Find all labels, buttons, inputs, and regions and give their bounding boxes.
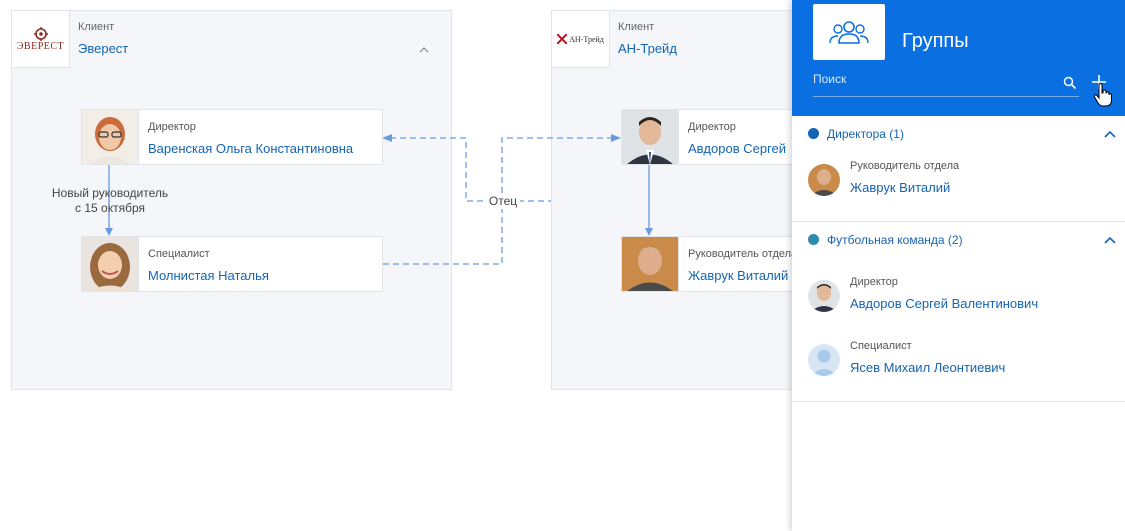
hand-cursor-icon bbox=[1093, 83, 1112, 107]
connector-label-line: Новый руководитель bbox=[51, 186, 169, 200]
avatar bbox=[622, 237, 679, 291]
connector-label-father: Отец bbox=[486, 194, 520, 209]
person-name-link[interactable]: Молнистая Наталья bbox=[148, 268, 269, 283]
person-role: Директор bbox=[688, 121, 736, 133]
person-card-zhavruk[interactable]: Руководитель отдела Жаврук Виталий bbox=[621, 236, 801, 292]
member-name-link[interactable]: Ясев Михаил Леонтиевич bbox=[850, 360, 1005, 375]
drawer-header: Группы bbox=[792, 0, 1125, 116]
person-role: Директор bbox=[148, 121, 196, 133]
group-color-dot bbox=[808, 128, 819, 139]
arrow-head bbox=[611, 134, 621, 142]
connector-label-new-head: Новый руководитель с 15 октября bbox=[40, 186, 180, 216]
avatar bbox=[622, 110, 679, 164]
group-title[interactable]: Директора (1) bbox=[827, 127, 904, 141]
avatar bbox=[82, 110, 139, 164]
member-role: Руководитель отдела bbox=[850, 160, 960, 172]
avatar bbox=[808, 344, 840, 376]
list-item[interactable]: Специалист Ясев Михаил Леонтиевич bbox=[808, 340, 1108, 380]
person-name-link[interactable]: Авдоров Сергей bbox=[688, 141, 786, 156]
connector-label-line: с 15 октября bbox=[75, 201, 145, 215]
person-name-link[interactable]: Варенская Ольга Константиновна bbox=[148, 141, 353, 156]
chevron-up-icon[interactable] bbox=[1104, 129, 1116, 139]
drawer-title: Группы bbox=[902, 30, 969, 52]
list-item[interactable]: Директор Авдоров Сергей Валентинович bbox=[808, 276, 1108, 316]
group-title[interactable]: Футбольная команда (2) bbox=[827, 233, 963, 247]
groups-drawer: Группы Директора (1) bbox=[792, 0, 1125, 531]
avatar bbox=[808, 280, 840, 312]
chevron-up-icon[interactable] bbox=[1104, 235, 1116, 245]
list-item[interactable]: Руководитель отдела Жаврук Виталий bbox=[808, 160, 1108, 200]
arrow-head bbox=[645, 228, 653, 236]
arrow-head bbox=[382, 134, 392, 142]
person-role: Специалист bbox=[148, 248, 210, 260]
search-icon[interactable] bbox=[1063, 76, 1077, 90]
person-card-avdorov[interactable]: Директор Авдоров Сергей bbox=[621, 109, 801, 165]
group-color-dot bbox=[808, 234, 819, 245]
search-input[interactable] bbox=[813, 70, 1053, 88]
group-section: Директора (1) Руководитель отдела Жаврук… bbox=[792, 116, 1125, 222]
dashed-connector bbox=[390, 137, 488, 202]
person-name-link[interactable]: Жаврук Виталий bbox=[688, 268, 788, 283]
person-card-molnistaya[interactable]: Специалист Молнистая Наталья bbox=[81, 236, 383, 292]
people-group-icon bbox=[813, 4, 885, 60]
person-card-varenskaya[interactable]: Директор Варенская Ольга Константиновна bbox=[81, 109, 383, 165]
search-field bbox=[813, 70, 1079, 97]
group-section: Футбольная команда (2) Директор Авдоров … bbox=[792, 222, 1125, 402]
member-role: Директор bbox=[850, 276, 898, 288]
avatar bbox=[82, 237, 139, 291]
member-name-link[interactable]: Жаврук Виталий bbox=[850, 180, 950, 195]
member-name-link[interactable]: Авдоров Сергей Валентинович bbox=[850, 296, 1038, 311]
member-role: Специалист bbox=[850, 340, 912, 352]
avatar bbox=[808, 164, 840, 196]
arrow-head bbox=[105, 228, 113, 236]
person-role: Руководитель отдела bbox=[688, 248, 798, 260]
